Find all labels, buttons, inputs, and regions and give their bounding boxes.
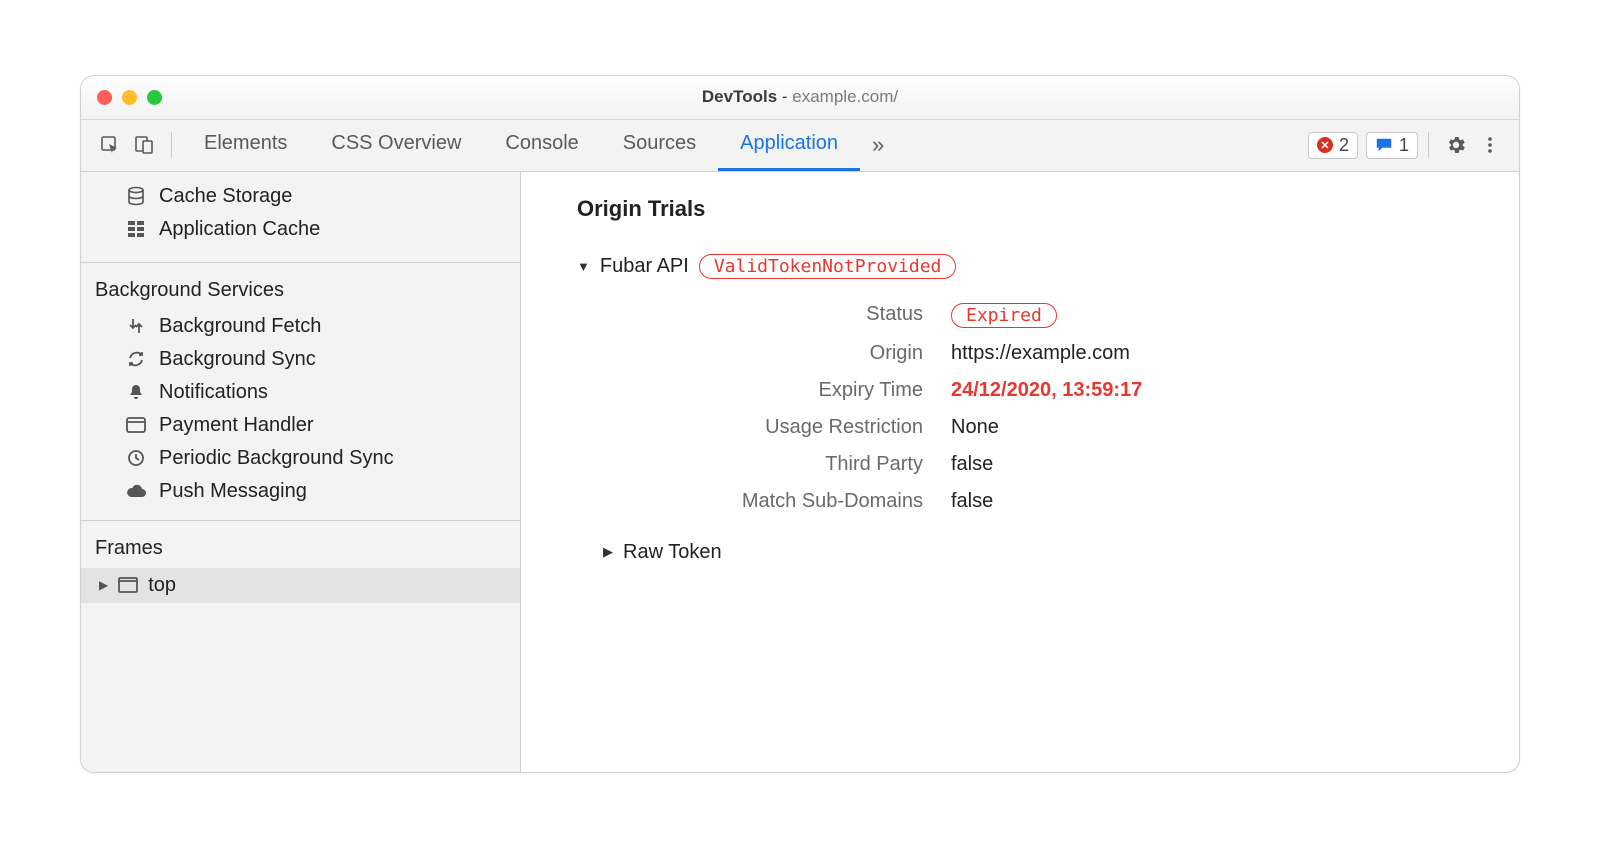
sync-icon <box>125 350 147 368</box>
expand-icon: ▶ <box>99 578 108 592</box>
value-expiry: 24/12/2020, 13:59:17 <box>951 379 1479 402</box>
label-usage: Usage Restriction <box>623 416 923 439</box>
raw-token-label: Raw Token <box>623 541 722 564</box>
sidebar-item-label: Notifications <box>159 381 268 404</box>
tab-elements[interactable]: Elements <box>182 120 309 171</box>
sidebar-item-label: Push Messaging <box>159 480 307 503</box>
collapse-icon: ▼ <box>577 259 590 274</box>
fetch-icon <box>125 317 147 335</box>
sidebar-item-label: Background Fetch <box>159 315 321 338</box>
inspect-element-icon[interactable] <box>93 128 127 162</box>
tab-sources[interactable]: Sources <box>601 120 718 171</box>
label-expiry: Expiry Time <box>623 379 923 402</box>
kebab-menu-icon[interactable] <box>1473 128 1507 162</box>
sidebar-item-label: Cache Storage <box>159 185 292 208</box>
toolbar-divider-2 <box>1428 132 1429 158</box>
device-toolbar-icon[interactable] <box>127 128 161 162</box>
minimize-window-button[interactable] <box>122 90 137 105</box>
sidebar-item-periodic-sync[interactable]: Periodic Background Sync <box>81 442 520 475</box>
sidebar-item-label: Background Sync <box>159 348 316 371</box>
panel-body: Cache Storage Application Cache Backgrou… <box>81 172 1519 772</box>
bell-icon <box>125 383 147 401</box>
trial-status-badge: ValidTokenNotProvided <box>699 254 957 279</box>
label-origin: Origin <box>623 342 923 365</box>
sidebar-item-label: Periodic Background Sync <box>159 447 394 470</box>
sidebar-item-notifications[interactable]: Notifications <box>81 376 520 409</box>
frame-label: top <box>148 574 176 597</box>
toolbar-divider <box>171 132 172 158</box>
toolbar: Elements CSS Overview Console Sources Ap… <box>81 120 1519 172</box>
sidebar-item-background-fetch[interactable]: Background Fetch <box>81 310 520 343</box>
clock-icon <box>125 449 147 467</box>
window-controls <box>97 90 162 105</box>
label-status: Status <box>623 303 923 328</box>
value-third-party: false <box>951 453 1479 476</box>
titlebar: DevTools - example.com/ <box>81 76 1519 120</box>
sidebar-item-background-sync[interactable]: Background Sync <box>81 343 520 376</box>
card-icon <box>125 417 147 433</box>
database-icon <box>125 186 147 206</box>
section-heading: Origin Trials <box>577 196 1479 222</box>
settings-icon[interactable] <box>1439 128 1473 162</box>
window-title: DevTools - example.com/ <box>81 87 1519 107</box>
tab-css-overview[interactable]: CSS Overview <box>309 120 483 171</box>
value-usage: None <box>951 416 1479 439</box>
value-status: Expired <box>951 303 1479 328</box>
title-host: example.com/ <box>792 87 898 106</box>
sidebar-item-application-cache[interactable]: Application Cache <box>81 213 520 246</box>
trial-details: Status Expired Origin https://example.co… <box>623 303 1479 513</box>
maximize-window-button[interactable] <box>147 90 162 105</box>
sidebar-item-payment-handler[interactable]: Payment Handler <box>81 409 520 442</box>
label-match-subdomains: Match Sub-Domains <box>623 490 923 513</box>
title-app: DevTools <box>702 87 777 106</box>
error-icon: ✕ <box>1317 137 1333 153</box>
sidebar-item-label: Payment Handler <box>159 414 314 437</box>
expand-icon: ▶ <box>603 544 613 560</box>
grid-icon <box>125 220 147 238</box>
value-origin: https://example.com <box>951 342 1479 365</box>
close-window-button[interactable] <box>97 90 112 105</box>
sidebar-item-cache-storage[interactable]: Cache Storage <box>81 180 520 213</box>
tab-application[interactable]: Application <box>718 120 860 171</box>
sidebar-item-frame-top[interactable]: ▶ top <box>81 568 520 603</box>
value-match-subdomains: false <box>951 490 1479 513</box>
label-third-party: Third Party <box>623 453 923 476</box>
errors-badge[interactable]: ✕ 2 <box>1308 132 1358 159</box>
sidebar-section-frames: Frames <box>81 520 520 568</box>
more-tabs-icon[interactable]: » <box>860 132 896 158</box>
sidebar-section-background: Background Services <box>81 262 520 310</box>
cloud-icon <box>125 484 147 498</box>
devtools-window: DevTools - example.com/ Elements CSS Ove… <box>80 75 1520 773</box>
trial-row[interactable]: ▼ Fubar API ValidTokenNotProvided <box>577 250 1479 283</box>
messages-count: 1 <box>1399 135 1409 156</box>
sidebar: Cache Storage Application Cache Backgrou… <box>81 172 521 772</box>
main-panel: Origin Trials ▼ Fubar API ValidTokenNotP… <box>521 172 1519 772</box>
message-icon <box>1375 136 1393 154</box>
tabs: Elements CSS Overview Console Sources Ap… <box>182 120 860 171</box>
errors-count: 2 <box>1339 135 1349 156</box>
messages-badge[interactable]: 1 <box>1366 132 1418 159</box>
tab-console[interactable]: Console <box>483 120 600 171</box>
sidebar-item-label: Application Cache <box>159 218 320 241</box>
frame-icon <box>118 577 138 593</box>
raw-token-row[interactable]: ▶ Raw Token <box>603 537 1479 568</box>
sidebar-item-push-messaging[interactable]: Push Messaging <box>81 475 520 508</box>
trial-name: Fubar API <box>600 255 689 278</box>
